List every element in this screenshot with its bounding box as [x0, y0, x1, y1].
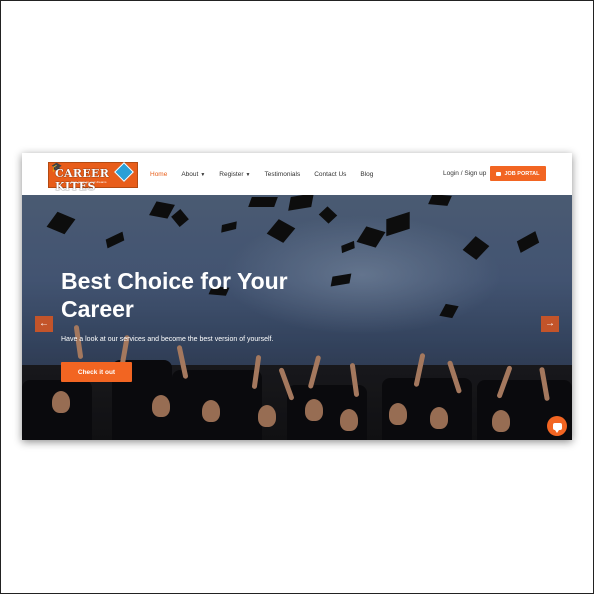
nav-item-label: Home	[150, 170, 168, 178]
check-it-out-button[interactable]: Check it out	[61, 362, 132, 382]
nav-item-label: Blog	[360, 170, 374, 178]
carousel-next-button[interactable]: →	[541, 316, 559, 332]
caret-down-icon: ▼	[245, 171, 251, 178]
nav-item-about[interactable]: About ▼	[181, 171, 205, 178]
carousel-prev-button[interactable]: ←	[35, 316, 53, 332]
logo-tagline: Give wings to your dreams	[71, 180, 107, 184]
nav-item-home[interactable]: Home	[150, 171, 167, 178]
hero-subtitle: Have a look at our services and become t…	[61, 336, 274, 343]
hero-title: Best Choice for Your Career	[61, 268, 288, 322]
caret-down-icon: ▼	[200, 171, 206, 178]
job-portal-button[interactable]: JOB PORTAL	[490, 166, 546, 181]
briefcase-icon	[496, 171, 502, 176]
nav-item-label: Register	[219, 170, 244, 178]
nav-item-testimonials[interactable]: Testimonials	[264, 171, 300, 178]
nav-item-label: About	[181, 170, 199, 178]
chat-button[interactable]	[547, 416, 567, 436]
nav-item-contact[interactable]: Contact Us	[314, 171, 346, 178]
hero-carousel: Best Choice for Your Career Have a look …	[22, 195, 572, 440]
job-portal-label: JOB PORTAL	[504, 170, 540, 177]
nav-item-label: Testimonials	[264, 170, 301, 178]
nav-item-register[interactable]: Register ▼	[219, 171, 250, 178]
logo[interactable]: 🎓 CAREER KITES Give wings to your dreams	[48, 162, 138, 193]
arrow-right-icon: →	[545, 318, 555, 329]
chat-icon	[552, 422, 562, 433]
website: 🎓 CAREER KITES Give wings to your dreams…	[22, 153, 572, 440]
navbar: 🎓 CAREER KITES Give wings to your dreams…	[22, 153, 572, 196]
nav-item-blog[interactable]: Blog	[360, 171, 373, 178]
login-signup-link[interactable]: Login / Sign up	[443, 170, 486, 177]
nav-item-label: Contact Us	[314, 170, 347, 178]
arrow-left-icon: ←	[39, 318, 49, 329]
nav-menu: Home About ▼ Register ▼ Testimonials Conta…	[150, 153, 387, 195]
